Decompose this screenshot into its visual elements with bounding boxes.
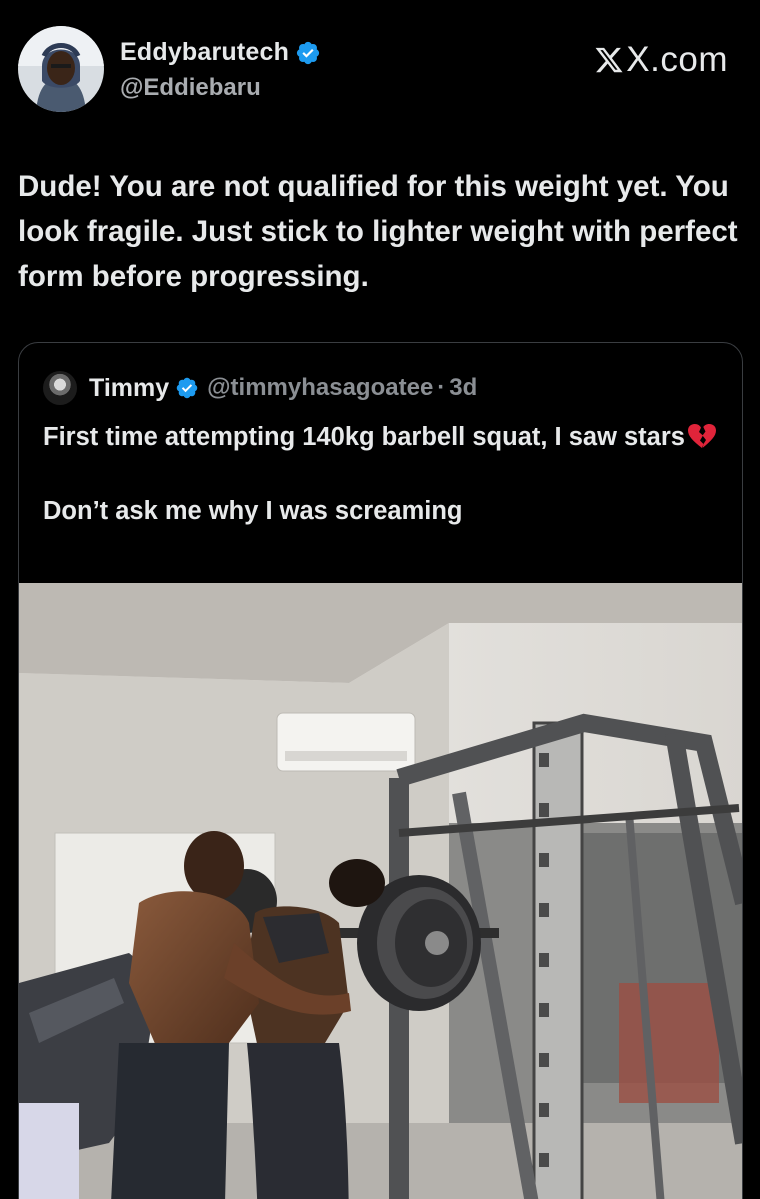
author-name[interactable]: Eddybarutech bbox=[120, 38, 289, 67]
quoted-post-header: Timmy @timmyhasagoatee · 3d bbox=[43, 371, 477, 405]
quoted-post-text: First time attempting 140kg barbell squa… bbox=[43, 419, 733, 529]
post-text: Dude! You are not qualified for this wei… bbox=[18, 170, 738, 293]
verified-badge-icon bbox=[297, 41, 320, 64]
gym-video-frame bbox=[19, 583, 742, 1199]
quoted-author-name[interactable]: Timmy bbox=[89, 374, 169, 403]
quoted-text-line2: Don’t ask me why I was screaming bbox=[43, 497, 463, 525]
post-header: Eddybarutech @Eddiebaru X.com bbox=[18, 26, 742, 116]
quoted-text-line1: First time attempting 140kg barbell squa… bbox=[43, 423, 685, 451]
quoted-post[interactable]: Timmy @timmyhasagoatee · 3d First time a… bbox=[18, 342, 743, 1199]
brand-mark: X.com bbox=[594, 40, 728, 80]
x-logo-icon bbox=[595, 47, 623, 73]
quoted-post-video[interactable] bbox=[19, 583, 742, 1199]
author-avatar[interactable] bbox=[18, 26, 104, 112]
quoted-timestamp[interactable]: 3d bbox=[449, 374, 477, 402]
broken-heart-emoji bbox=[687, 424, 716, 448]
author-handle[interactable]: @Eddiebaru bbox=[120, 74, 261, 102]
separator-dot: · bbox=[437, 374, 446, 401]
brand-text: X.com bbox=[626, 40, 728, 79]
quoted-author-avatar[interactable] bbox=[43, 371, 77, 405]
verified-badge-icon bbox=[176, 377, 198, 399]
quoted-author-handle[interactable]: @timmyhasagoatee bbox=[207, 374, 433, 402]
